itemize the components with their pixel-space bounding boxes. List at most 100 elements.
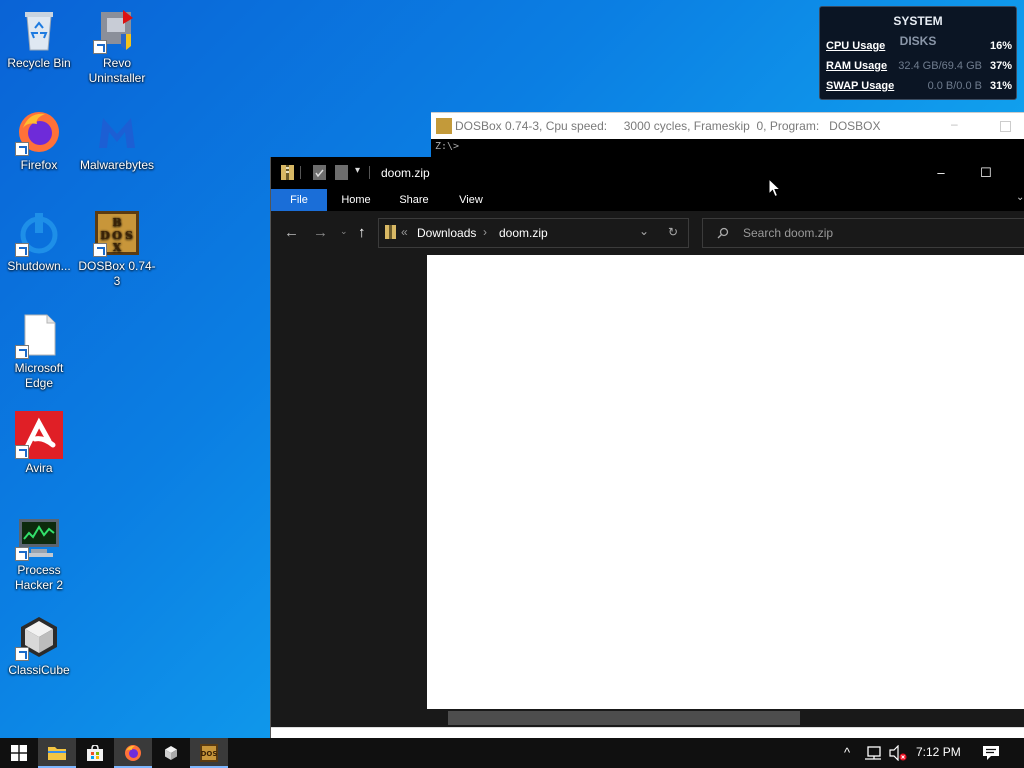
dosbox-minimize-button[interactable]: – xyxy=(951,117,958,131)
volume-muted-icon[interactable] xyxy=(888,745,908,761)
dosbox-screen[interactable]: Z:\> xyxy=(431,139,1024,154)
taskbar-dosbox[interactable]: DOS xyxy=(190,738,228,768)
address-bar[interactable]: « Downloads › doom.zip ⌄ ↻ xyxy=(378,218,689,248)
titlebar-divider xyxy=(300,166,301,179)
desktop-icon-label: Malwarebytes xyxy=(79,158,155,172)
shortcut-arrow-icon xyxy=(15,243,29,257)
desktop-icon-malwarebytes[interactable]: Malwarebytes xyxy=(78,108,156,173)
system-monitor-widget: SYSTEM DISKS CPU Usage 16% RAM Usage 32.… xyxy=(819,6,1017,100)
navigation-pane[interactable] xyxy=(271,255,427,727)
desktop-icon-shutdown[interactable]: Shutdown... xyxy=(0,209,78,274)
up-arrow-icon[interactable]: ↑ xyxy=(358,224,366,241)
desktop-icon-label: Firefox xyxy=(20,158,58,172)
desktop-icon-avira[interactable]: Avira xyxy=(0,411,78,476)
swap-usage-label: SWAP Usage xyxy=(826,80,895,92)
desktop-icon-label: Avira xyxy=(25,461,53,475)
file-list-area[interactable] xyxy=(427,255,1024,727)
malwarebytes-icon xyxy=(93,108,141,156)
firefox-icon xyxy=(125,745,141,761)
file-explorer-window[interactable]: ▾ doom.zip – ☐ File Home Share View ⌄ ← … xyxy=(270,157,1024,748)
tab-home[interactable]: Home xyxy=(332,189,380,211)
classicube-icon xyxy=(15,613,63,661)
cpu-usage-label: CPU Usage xyxy=(826,40,886,52)
desktop-icon-revo-uninstaller[interactable]: Revo Uninstaller xyxy=(78,6,156,86)
desktop-icon-label: Revo Uninstaller xyxy=(88,56,146,85)
new-folder-icon[interactable] xyxy=(335,165,348,180)
scrollbar-thumb[interactable] xyxy=(448,711,800,725)
refresh-icon[interactable]: ↻ xyxy=(668,225,678,239)
cpu-usage-value: 16% xyxy=(989,40,1012,52)
mouse-cursor-icon xyxy=(768,178,781,198)
action-center-icon[interactable] xyxy=(982,745,1000,761)
back-arrow-icon[interactable]: ← xyxy=(284,224,299,241)
avira-icon xyxy=(15,411,63,459)
tab-view[interactable]: View xyxy=(447,189,495,211)
shortcut-arrow-icon xyxy=(93,40,107,54)
start-button[interactable] xyxy=(0,738,38,768)
process-hacker-icon xyxy=(15,513,63,561)
breadcrumb-separator-icon[interactable]: › xyxy=(483,225,487,239)
taskbar-file-explorer[interactable] xyxy=(38,738,76,768)
ram-usage-value: 37% xyxy=(989,60,1012,72)
svg-text:D: D xyxy=(100,229,110,242)
zip-folder-icon xyxy=(385,225,396,239)
desktop-icon-recycle-bin[interactable]: Recycle Bin xyxy=(0,6,78,71)
dosbox-window[interactable]: DOSBox 0.74-3, Cpu speed: 3000 cycles, F… xyxy=(431,112,1024,162)
navigation-bar: ← → ⌄ ↑ « Downloads › doom.zip ⌄ ↻ xyxy=(271,211,1024,255)
network-icon[interactable] xyxy=(864,745,882,761)
search-box[interactable] xyxy=(702,218,1024,248)
breadcrumb-overflow-icon[interactable]: « xyxy=(401,225,408,239)
ram-usage-detail: 32.4 GB/69.4 GB xyxy=(898,60,982,72)
ribbon-tabs: File Home Share View ⌄ xyxy=(271,189,1024,211)
dosbox-maximize-button[interactable] xyxy=(1000,121,1011,132)
breadcrumb-doom-zip[interactable]: doom.zip xyxy=(499,226,548,240)
tab-share[interactable]: Share xyxy=(390,189,438,211)
taskbar-store[interactable] xyxy=(76,738,114,768)
desktop-icon-dosbox[interactable]: BDOSX DOSBox 0.74-3 xyxy=(78,209,156,289)
dosbox-title: DOSBox 0.74-3, Cpu speed: 3000 cycles, F… xyxy=(455,119,881,133)
customize-quick-access-icon[interactable]: ▾ xyxy=(355,165,360,176)
breadcrumb-downloads[interactable]: Downloads xyxy=(417,226,476,240)
recent-locations-chevron-icon[interactable]: ⌄ xyxy=(340,226,348,237)
shortcut-arrow-icon xyxy=(15,647,29,661)
ram-usage-label: RAM Usage xyxy=(826,60,888,72)
forward-arrow-icon[interactable]: → xyxy=(313,224,328,241)
zip-folder-icon xyxy=(281,165,294,180)
desktop-icon-label: Microsoft Edge xyxy=(14,361,64,390)
desktop-icon-label: Shutdown... xyxy=(7,259,71,273)
explorer-titlebar[interactable]: ▾ doom.zip – ☐ xyxy=(271,157,1024,189)
svg-text:S: S xyxy=(125,229,133,242)
recycle-bin-icon xyxy=(15,6,63,54)
show-hidden-icons-chevron-icon[interactable]: ^ xyxy=(844,745,850,760)
tab-file[interactable]: File xyxy=(271,189,327,211)
window-title: doom.zip xyxy=(381,166,430,180)
expand-ribbon-icon[interactable]: ⌄ xyxy=(1016,192,1024,203)
taskbar-firefox[interactable] xyxy=(114,738,152,768)
address-dropdown-chevron-icon[interactable]: ⌄ xyxy=(639,224,649,238)
swap-usage-value: 31% xyxy=(989,80,1012,92)
desktop-icon-classicube[interactable]: ClassiCube xyxy=(0,613,78,678)
store-icon xyxy=(87,745,103,761)
dosbox-icon xyxy=(436,118,452,134)
desktop-icon-label: Recycle Bin xyxy=(7,56,71,70)
search-input[interactable] xyxy=(741,225,1005,241)
svg-text:DOS: DOS xyxy=(201,750,218,758)
horizontal-scrollbar[interactable] xyxy=(427,709,1024,727)
windows-logo-icon xyxy=(11,745,27,761)
desktop-icon-microsoft-edge[interactable]: Microsoft Edge xyxy=(0,311,78,391)
search-icon xyxy=(717,227,729,239)
file-explorer-icon xyxy=(48,747,66,760)
desktop-icon-firefox[interactable]: Firefox xyxy=(0,108,78,173)
dosbox-icon: DOS xyxy=(200,744,218,762)
taskbar-clock[interactable]: 7:12 PM xyxy=(916,745,961,759)
minimize-button[interactable]: – xyxy=(918,157,964,189)
classicube-icon xyxy=(165,746,177,760)
svg-text:B: B xyxy=(112,216,121,229)
maximize-button[interactable]: ☐ xyxy=(963,157,1009,189)
desktop-icon-process-hacker[interactable]: Process Hacker 2 xyxy=(0,513,78,593)
sysmon-title: SYSTEM xyxy=(893,14,943,28)
dosbox-titlebar[interactable]: DOSBox 0.74-3, Cpu speed: 3000 cycles, F… xyxy=(431,112,1024,139)
properties-icon[interactable] xyxy=(313,165,326,180)
svg-text:X: X xyxy=(113,241,122,254)
taskbar-classicube[interactable] xyxy=(152,738,190,768)
